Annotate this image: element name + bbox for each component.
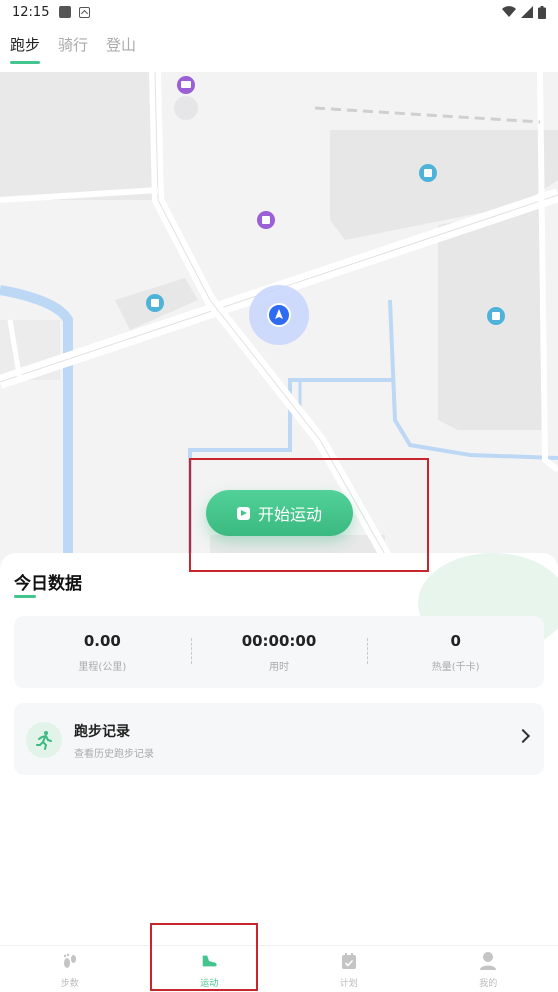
stat-divider: [367, 638, 369, 664]
start-workout-label: 开始运动: [257, 505, 322, 524]
nav-workout-label: 运动: [200, 979, 219, 989]
stat-calories-label: 热量(千卡): [431, 662, 480, 673]
running-record-row[interactable]: 跑步记录 查看历史跑步记录: [14, 703, 544, 775]
stat-duration-label: 用时: [269, 662, 289, 673]
signal-icon: [521, 6, 533, 18]
nav-profile-label: 我的: [479, 979, 498, 989]
runner-icon: [26, 722, 62, 758]
app-root: 12:15 跑步 骑行 登山 开始运动 今日数据 0.00 里程(公里) 00:…: [0, 0, 558, 992]
person-icon: [479, 952, 497, 970]
nav-workout[interactable]: 运动: [140, 946, 280, 992]
status-time: 12:15: [12, 4, 50, 20]
sport-tabs: 跑步 骑行 登山: [0, 30, 558, 70]
stat-duration-value: 00:00:00: [241, 632, 317, 650]
title-underline: [14, 595, 36, 598]
record-subtitle: 查看历史跑步记录: [74, 749, 154, 760]
chevron-right-icon: [515, 728, 531, 744]
nav-plan[interactable]: 计划: [279, 946, 419, 992]
app-notification-icon: [79, 6, 91, 18]
play-icon: [236, 506, 250, 520]
stat-distance-value: 0.00: [83, 632, 121, 650]
start-workout-button[interactable]: 开始运动: [206, 490, 353, 536]
bottom-nav: 步数 运动 计划 我的: [0, 945, 558, 992]
status-indicators: [502, 5, 546, 19]
stat-divider: [190, 638, 192, 664]
battery-icon: [538, 5, 546, 19]
nav-plan-label: 计划: [339, 979, 358, 989]
today-data-sheet: 今日数据 0.00 里程(公里) 00:00:00 用时 0 热量(千卡) 跑步…: [0, 553, 558, 945]
tab-cycling[interactable]: 骑行: [58, 30, 88, 64]
stat-calories: 0 热量(千卡): [367, 616, 544, 688]
tab-hiking[interactable]: 登山: [106, 30, 136, 64]
nav-steps[interactable]: 步数: [0, 946, 140, 992]
nav-steps-label: 步数: [60, 979, 79, 989]
shoe-icon: [200, 952, 218, 970]
tab-running[interactable]: 跑步: [10, 30, 41, 64]
stat-calories-value: 0: [450, 632, 461, 650]
notification-icon: [59, 6, 72, 18]
stat-distance: 0.00 里程(公里): [14, 616, 191, 688]
stat-duration: 00:00:00 用时: [190, 616, 368, 688]
record-title: 跑步记录: [74, 724, 130, 740]
stat-distance-label: 里程(公里): [78, 662, 127, 673]
status-bar: 12:15: [0, 0, 558, 24]
footprint-icon: [61, 952, 79, 970]
wifi-icon: [502, 6, 516, 18]
today-title: 今日数据: [14, 574, 82, 594]
nav-profile[interactable]: 我的: [419, 946, 558, 992]
stats-card: 0.00 里程(公里) 00:00:00 用时 0 热量(千卡): [14, 616, 544, 688]
calendar-icon: [340, 952, 358, 970]
